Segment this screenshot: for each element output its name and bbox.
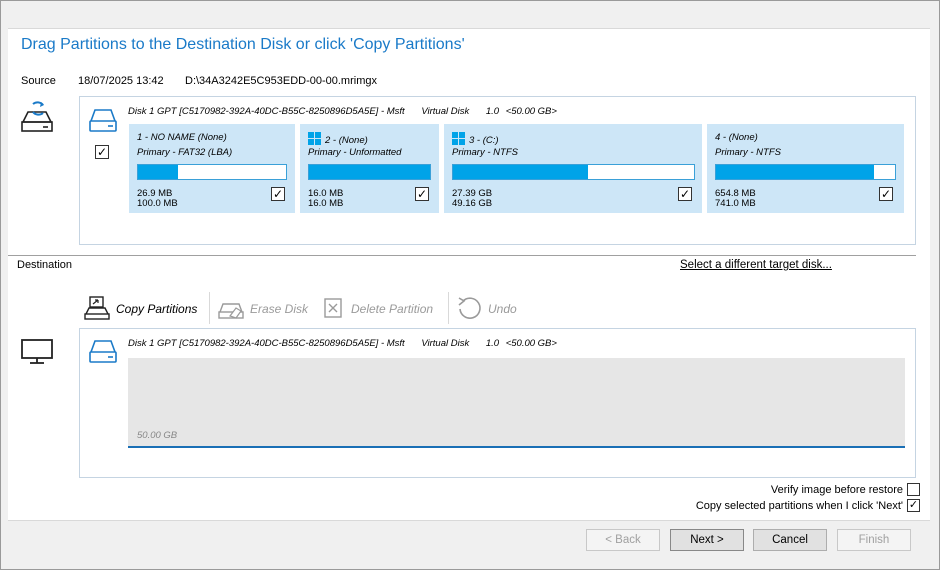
erase-disk-button[interactable]: Erase Disk: [218, 293, 308, 325]
finish-button[interactable]: Finish: [837, 529, 911, 551]
copy-partitions-icon: [84, 295, 110, 323]
undo-button[interactable]: Undo: [456, 293, 517, 325]
source-date: 18/07/2025 13:42: [78, 75, 164, 87]
partition-usage-bar: [715, 164, 896, 180]
partition-checkbox[interactable]: ✓: [415, 187, 429, 201]
source-disk-size: <50.00 GB>: [505, 106, 557, 117]
partition-title-row: 3 - (C:): [452, 132, 499, 146]
source-disk-info: Disk 1 GPT [C5170982-392A-40DC-B55C-8250…: [128, 106, 571, 117]
partition-title-row: 2 - (None): [308, 132, 368, 146]
partition-type: Primary - NTFS: [715, 147, 781, 158]
copy-partitions-button[interactable]: Copy Partitions: [84, 293, 197, 325]
partition-usage-bar: [308, 164, 431, 180]
windows-icon: [452, 132, 465, 145]
partition-title: 1 - NO NAME (None): [137, 132, 227, 143]
partition-usage-fill: [453, 165, 588, 179]
erase-disk-label: Erase Disk: [250, 302, 309, 316]
delete-partition-icon: [323, 297, 345, 322]
partition-type: Primary - Unformatted: [308, 147, 402, 158]
partition-checkbox[interactable]: ✓: [879, 187, 893, 201]
partition-type: Primary - NTFS: [452, 147, 518, 158]
select-target-disk-link[interactable]: Select a different target disk...: [680, 259, 832, 271]
partition-usage-bar: [452, 164, 695, 180]
partition-total: 741.0 MB: [715, 198, 756, 209]
source-label: Source: [21, 75, 56, 87]
partition-type: Primary - FAT32 (LBA): [137, 147, 233, 158]
partition-usage-fill: [716, 165, 874, 179]
partition-usage-fill: [138, 165, 178, 179]
copy-partitions-label: Copy Partitions: [116, 302, 198, 316]
verify-option-label: Verify image before restore: [770, 484, 903, 496]
toolbar-separator: [448, 292, 449, 324]
destination-disk-size: <50.00 GB>: [505, 338, 557, 349]
windows-icon: [308, 132, 321, 145]
partition-usage-bar: [137, 164, 287, 180]
source-partition-4[interactable]: 4 - (None) Primary - NTFS 654.8 MB 741.0…: [707, 124, 904, 213]
destination-label: Destination: [17, 259, 73, 271]
partition-checkbox[interactable]: ✓: [678, 187, 692, 201]
source-partition-3[interactable]: 3 - (C:) Primary - NTFS 27.39 GB 49.16 G…: [444, 124, 702, 213]
partition-total: 100.0 MB: [137, 198, 178, 209]
partition-usage-fill: [309, 165, 430, 179]
destination-disk-info: Disk 1 GPT [C5170982-392A-40DC-B55C-8250…: [128, 338, 571, 349]
next-button[interactable]: Next >: [670, 529, 744, 551]
verify-checkbox[interactable]: [907, 483, 920, 496]
undo-icon: [456, 295, 482, 324]
source-path: D:\34A3242E5C953EDD-00-00.mrimgx: [185, 75, 377, 87]
undo-label: Undo: [488, 302, 517, 316]
destination-disk-version: 1.0: [485, 338, 500, 349]
partition-title: 2 - (None): [325, 135, 368, 146]
cancel-button[interactable]: Cancel: [753, 529, 827, 551]
copy-next-option-label: Copy selected partitions when I click 'N…: [695, 500, 903, 512]
unallocated-underline: [128, 446, 905, 448]
source-partition-1[interactable]: 1 - NO NAME (None) Primary - FAT32 (LBA)…: [129, 124, 295, 213]
source-disk-icon: [88, 107, 118, 133]
delete-partition-button[interactable]: Delete Partition: [323, 293, 433, 325]
partition-total: 16.0 MB: [308, 198, 344, 209]
source-disk-version: 1.0: [485, 106, 500, 117]
monitor-icon: [20, 338, 54, 366]
destination-disk-icon: [88, 338, 118, 364]
delete-partition-label: Delete Partition: [351, 302, 434, 316]
copy-next-checkbox[interactable]: ✓: [907, 499, 920, 512]
partition-title: 4 - (None): [715, 132, 758, 143]
back-button[interactable]: < Back: [586, 529, 660, 551]
section-divider: [8, 255, 916, 256]
source-disk-kind: Virtual Disk: [421, 106, 470, 117]
restore-drive-icon: [19, 100, 55, 134]
page-heading: Drag Partitions to the Destination Disk …: [21, 36, 465, 53]
source-partition-2[interactable]: 2 - (None) Primary - Unformatted 16.0 MB…: [300, 124, 439, 213]
erase-disk-icon: [218, 296, 244, 323]
toolbar-separator: [209, 292, 210, 324]
destination-disk-name: Disk 1 GPT [C5170982-392A-40DC-B55C-8250…: [128, 338, 405, 349]
partition-checkbox[interactable]: ✓: [271, 187, 285, 201]
destination-disk-kind: Virtual Disk: [421, 338, 470, 349]
source-disk-checkbox[interactable]: ✓: [95, 145, 109, 159]
unallocated-size: 50.00 GB: [137, 430, 178, 441]
source-disk-name: Disk 1 GPT [C5170982-392A-40DC-B55C-8250…: [128, 106, 405, 117]
partition-title: 3 - (C:): [469, 135, 499, 146]
unallocated-space[interactable]: 50.00 GB: [128, 358, 905, 446]
partition-total: 49.16 GB: [452, 198, 493, 209]
